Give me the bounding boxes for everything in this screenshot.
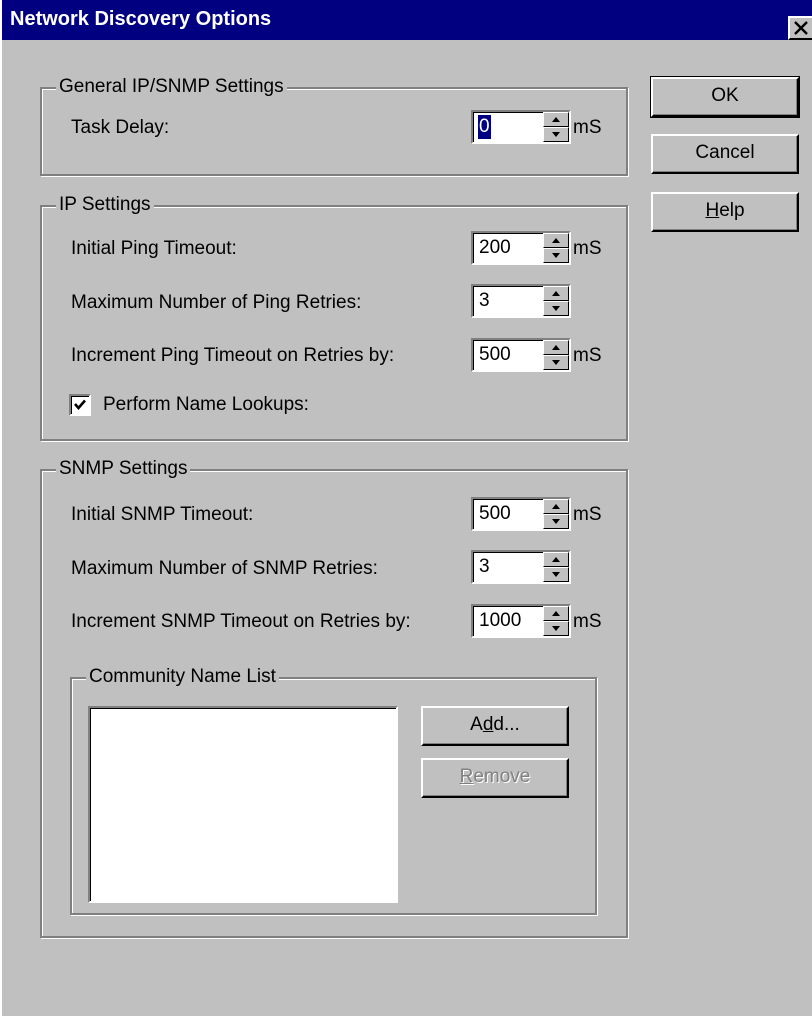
initial-ping-timeout-unit: mS xyxy=(573,238,602,259)
task-delay-unit: mS xyxy=(573,117,602,138)
increment-snmp-value[interactable]: 1000 xyxy=(479,609,521,633)
remove-label-rest: emove xyxy=(473,766,531,787)
spin-arrows xyxy=(543,340,569,370)
task-delay-label: Task Delay: xyxy=(71,117,170,138)
name-lookups-checkbox[interactable] xyxy=(69,394,91,416)
initial-snmp-timeout-unit: mS xyxy=(573,504,602,525)
arrow-up-icon xyxy=(552,504,560,509)
increment-snmp-spinner[interactable]: 1000 xyxy=(471,604,571,638)
community-name-legend: Community Name List xyxy=(86,666,279,688)
arrow-down-icon xyxy=(552,360,560,365)
arrow-down-icon xyxy=(552,253,560,258)
close-button[interactable] xyxy=(788,16,812,40)
ok-button[interactable]: OK xyxy=(650,76,800,118)
increment-snmp-label: Increment SNMP Timeout on Retries by: xyxy=(71,611,411,632)
max-ping-retries-value[interactable]: 3 xyxy=(479,289,490,313)
initial-snmp-up-button[interactable] xyxy=(543,499,569,514)
spin-arrows xyxy=(543,606,569,636)
ip-settings-legend: IP Settings xyxy=(56,194,154,216)
initial-snmp-timeout-spinner[interactable]: 500 xyxy=(471,497,571,531)
help-button[interactable]: Help xyxy=(651,192,799,232)
increment-ping-unit: mS xyxy=(573,345,602,366)
increment-ping-up-button[interactable] xyxy=(543,340,569,355)
initial-snmp-timeout-value[interactable]: 500 xyxy=(479,502,511,526)
max-ping-retries-label: Maximum Number of Ping Retries: xyxy=(71,292,362,313)
max-ping-retries-up-button[interactable] xyxy=(543,286,569,301)
initial-snmp-down-button[interactable] xyxy=(543,514,569,529)
add-button[interactable]: Add... xyxy=(421,706,569,746)
increment-ping-value[interactable]: 500 xyxy=(479,343,511,367)
cancel-button[interactable]: Cancel xyxy=(651,134,799,174)
increment-ping-down-button[interactable] xyxy=(543,355,569,370)
max-snmp-retries-down-button[interactable] xyxy=(543,567,569,582)
arrow-down-icon xyxy=(552,519,560,524)
arrow-down-icon xyxy=(552,626,560,631)
arrow-up-icon xyxy=(552,345,560,350)
spin-arrows xyxy=(543,112,569,142)
help-label-mnemonic: H xyxy=(705,200,720,221)
arrow-down-icon xyxy=(552,572,560,577)
increment-snmp-down-button[interactable] xyxy=(543,621,569,636)
max-ping-retries-down-button[interactable] xyxy=(543,301,569,316)
close-icon xyxy=(794,21,808,35)
dialog-window: Network Discovery Options General IP/SNM… xyxy=(0,0,812,1016)
community-name-listbox[interactable] xyxy=(88,706,398,903)
spin-arrows xyxy=(543,286,569,316)
max-ping-retries-spinner[interactable]: 3 xyxy=(471,284,571,318)
add-label-mnemonic: d xyxy=(482,714,494,735)
arrow-up-icon xyxy=(552,557,560,562)
increment-snmp-unit: mS xyxy=(573,611,602,632)
dialog-title: Network Discovery Options xyxy=(10,8,272,30)
initial-ping-timeout-value[interactable]: 200 xyxy=(479,236,511,260)
snmp-settings-legend: SNMP Settings xyxy=(56,458,191,480)
arrow-up-icon xyxy=(552,238,560,243)
arrow-up-icon xyxy=(552,117,560,122)
task-delay-value[interactable]: 0 xyxy=(478,115,491,139)
arrow-down-icon xyxy=(552,306,560,311)
arrow-up-icon xyxy=(552,291,560,296)
remove-label-mnemonic: R xyxy=(459,766,474,787)
title-bar[interactable]: Network Discovery Options xyxy=(2,0,812,40)
initial-snmp-timeout-label: Initial SNMP Timeout: xyxy=(71,504,254,525)
checkmark-icon xyxy=(74,399,86,410)
task-delay-up-button[interactable] xyxy=(543,112,569,127)
increment-snmp-up-button[interactable] xyxy=(543,606,569,621)
initial-ping-timeout-spinner[interactable]: 200 xyxy=(471,231,571,265)
task-delay-down-button[interactable] xyxy=(543,127,569,142)
max-snmp-retries-value[interactable]: 3 xyxy=(479,555,490,579)
add-label-post: d... xyxy=(493,714,520,735)
name-lookups-label[interactable]: Perform Name Lookups: xyxy=(103,393,309,417)
arrow-up-icon xyxy=(552,611,560,616)
increment-ping-spinner[interactable]: 500 xyxy=(471,338,571,372)
remove-button[interactable]: Remove xyxy=(421,758,569,798)
spin-arrows xyxy=(543,499,569,529)
help-label-rest: elp xyxy=(719,200,745,221)
max-snmp-retries-spinner[interactable]: 3 xyxy=(471,550,571,584)
general-settings-legend: General IP/SNMP Settings xyxy=(56,76,287,98)
initial-ping-up-button[interactable] xyxy=(543,233,569,248)
task-delay-spinner[interactable]: 0 xyxy=(471,110,571,144)
initial-ping-timeout-label: Initial Ping Timeout: xyxy=(71,238,237,259)
spin-arrows xyxy=(543,233,569,263)
max-snmp-retries-label: Maximum Number of SNMP Retries: xyxy=(71,558,378,579)
initial-ping-down-button[interactable] xyxy=(543,248,569,263)
max-snmp-retries-up-button[interactable] xyxy=(543,552,569,567)
arrow-down-icon xyxy=(552,132,560,137)
spin-arrows xyxy=(543,552,569,582)
increment-ping-label: Increment Ping Timeout on Retries by: xyxy=(71,345,395,366)
add-label-pre: A xyxy=(470,714,483,735)
